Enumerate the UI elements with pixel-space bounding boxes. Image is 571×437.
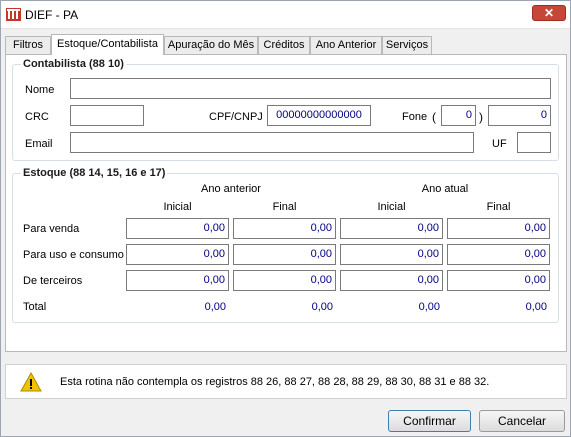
fone-paren-open: ( — [432, 110, 436, 124]
para-uso-consumo-ano-anterior-inicial-field[interactable]: 0,00 — [126, 244, 229, 265]
title-bar: DIEF - PA ✕ — [1, 1, 570, 29]
fone-label: Fone — [402, 111, 428, 123]
ano-anterior-inicial-header: Inicial — [163, 201, 192, 213]
ano-atual-inicial-header: Inicial — [377, 201, 406, 213]
app-logo-icon — [6, 7, 21, 22]
para-uso-consumo-label: Para uso e consumo — [23, 249, 124, 261]
nome-label: Nome — [25, 84, 55, 96]
contabilista-group-title: Contabilista (88 10) — [21, 58, 126, 70]
para-uso-consumo-ano-atual-final-field[interactable]: 0,00 — [447, 244, 550, 265]
tab-panel-estoque-contabilista: Contabilista (88 10) Nome CRC CPF/CNPJ 0… — [5, 54, 567, 352]
uf-field[interactable] — [517, 132, 551, 153]
para-venda-label: Para venda — [23, 223, 80, 235]
uf-label: UF — [492, 138, 507, 150]
ano-anterior-final-header: Final — [272, 201, 297, 213]
email-label: Email — [25, 138, 53, 150]
dief-window: DIEF - PA ✕ Filtros Estoque/Contabilista… — [0, 0, 571, 437]
ano-atual-final-header: Final — [486, 201, 511, 213]
confirmar-button[interactable]: Confirmar — [388, 410, 471, 432]
para-venda-ano-anterior-final-field[interactable]: 0,00 — [233, 218, 336, 239]
cpf-cnpj-label: CPF/CNPJ — [209, 111, 263, 123]
tab-creditos[interactable]: Créditos — [258, 36, 310, 54]
cpf-cnpj-field[interactable]: 00000000000000 — [267, 105, 371, 126]
ano-anterior-header: Ano anterior — [201, 183, 261, 195]
tab-ano-anterior[interactable]: Ano Anterior — [310, 36, 382, 54]
email-field[interactable] — [70, 132, 474, 153]
tab-estoque-contabilista[interactable]: Estoque/Contabilista — [51, 34, 164, 55]
crc-field[interactable] — [70, 105, 144, 126]
contabilista-group: Contabilista (88 10) Nome CRC CPF/CNPJ 0… — [12, 58, 559, 161]
para-uso-consumo-ano-atual-inicial-field[interactable]: 0,00 — [340, 244, 443, 265]
tab-apuracao-do-mes[interactable]: Apuração do Mês — [164, 36, 258, 54]
close-button[interactable]: ✕ — [532, 5, 566, 21]
para-venda-ano-anterior-inicial-field[interactable]: 0,00 — [126, 218, 229, 239]
tab-servicos[interactable]: Serviços — [382, 36, 432, 54]
warning-text: Esta rotina não contempla os registros 8… — [60, 376, 490, 388]
de-terceiros-ano-atual-final-field[interactable]: 0,00 — [447, 270, 550, 291]
crc-label: CRC — [25, 111, 49, 123]
total-ano-anterior-final: 0,00 — [311, 301, 333, 313]
window-title: DIEF - PA — [25, 8, 79, 22]
cancelar-button[interactable]: Cancelar — [479, 410, 565, 432]
total-ano-atual-inicial: 0,00 — [418, 301, 440, 313]
warning-icon — [20, 371, 42, 392]
de-terceiros-ano-anterior-inicial-field[interactable]: 0,00 — [126, 270, 229, 291]
tab-filtros[interactable]: Filtros — [5, 36, 51, 54]
fone-number-field[interactable]: 0 — [488, 105, 551, 126]
para-venda-ano-atual-final-field[interactable]: 0,00 — [447, 218, 550, 239]
nome-field[interactable] — [70, 78, 551, 99]
warning-bar: Esta rotina não contempla os registros 8… — [5, 364, 567, 399]
de-terceiros-ano-anterior-final-field[interactable]: 0,00 — [233, 270, 336, 291]
de-terceiros-label: De terceiros — [23, 275, 83, 287]
para-venda-ano-atual-inicial-field[interactable]: 0,00 — [340, 218, 443, 239]
total-label: Total — [23, 301, 47, 313]
fone-paren-close: ) — [479, 110, 483, 124]
ano-atual-header: Ano atual — [421, 183, 469, 195]
para-uso-consumo-ano-anterior-final-field[interactable]: 0,00 — [233, 244, 336, 265]
estoque-group: Estoque (88 14, 15, 16 e 17) Ano anterio… — [12, 167, 559, 323]
estoque-group-title: Estoque (88 14, 15, 16 e 17) — [21, 167, 168, 179]
de-terceiros-ano-atual-inicial-field[interactable]: 0,00 — [340, 270, 443, 291]
total-ano-atual-final: 0,00 — [525, 301, 547, 313]
total-ano-anterior-inicial: 0,00 — [204, 301, 226, 313]
fone-ddd-field[interactable]: 0 — [441, 105, 476, 126]
